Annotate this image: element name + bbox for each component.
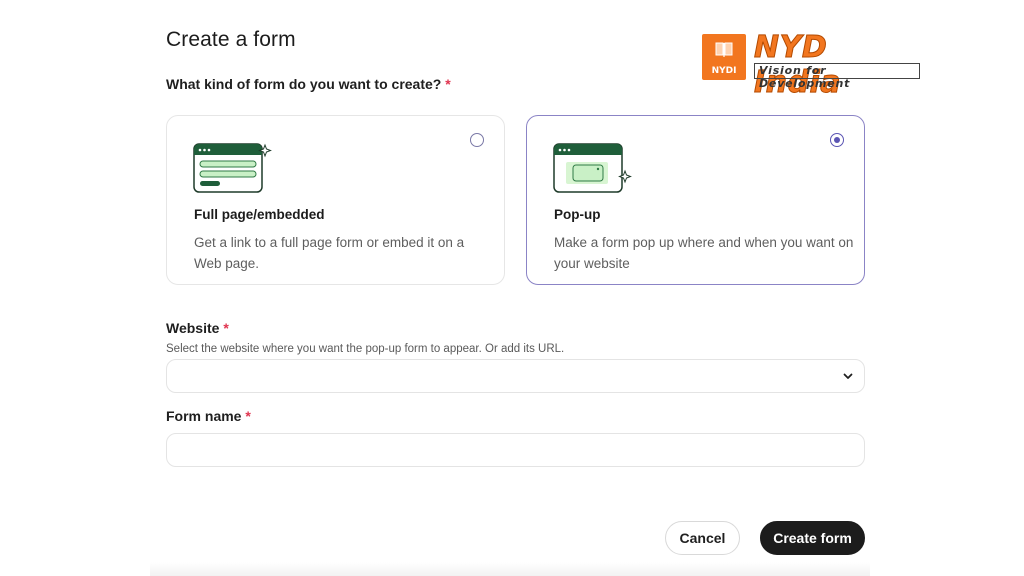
popup-form-illustration	[553, 143, 632, 193]
book-icon	[715, 42, 733, 57]
required-mark: *	[445, 76, 451, 92]
option-title-popup: Pop-up	[554, 207, 601, 222]
nyd-india-logo: NYDI NYD India Vision for Development	[702, 30, 922, 101]
required-mark: *	[245, 408, 251, 424]
website-label-text: Website	[166, 320, 220, 336]
chevron-down-icon	[843, 373, 853, 379]
website-select[interactable]	[166, 359, 865, 393]
cancel-button[interactable]: Cancel	[665, 521, 740, 555]
option-card-full-page[interactable]: Full page/embedded Get a link to a full …	[166, 115, 505, 285]
form-name-input[interactable]	[166, 433, 865, 467]
full-page-form-illustration	[193, 143, 272, 193]
logo-box-text: NYDI	[711, 66, 737, 76]
option-description-full-page: Get a link to a full page form or embed …	[194, 235, 465, 271]
website-help-text: Select the website where you want the po…	[166, 343, 565, 355]
website-label: Website *	[166, 320, 229, 336]
bottom-divider-shadow	[150, 562, 870, 576]
logo-emblem: NYDI	[702, 34, 746, 80]
logo-tagline: Vision for Development	[754, 63, 920, 90]
option-title-full-page: Full page/embedded	[194, 207, 325, 222]
option-card-popup[interactable]: Pop-up Make a form pop up where and when…	[526, 115, 865, 285]
form-type-question-text: What kind of form do you want to create?	[166, 76, 442, 92]
page-title: Create a form	[166, 28, 296, 51]
create-form-button[interactable]: Create form	[760, 521, 865, 555]
form-name-label: Form name *	[166, 408, 251, 424]
radio-popup[interactable]	[830, 133, 844, 147]
radio-full-page[interactable]	[470, 133, 484, 147]
form-name-label-text: Form name	[166, 408, 242, 424]
form-type-question: What kind of form do you want to create?…	[166, 76, 451, 92]
option-description-popup: Make a form pop up where and when you wa…	[554, 235, 854, 271]
required-mark: *	[223, 320, 229, 336]
